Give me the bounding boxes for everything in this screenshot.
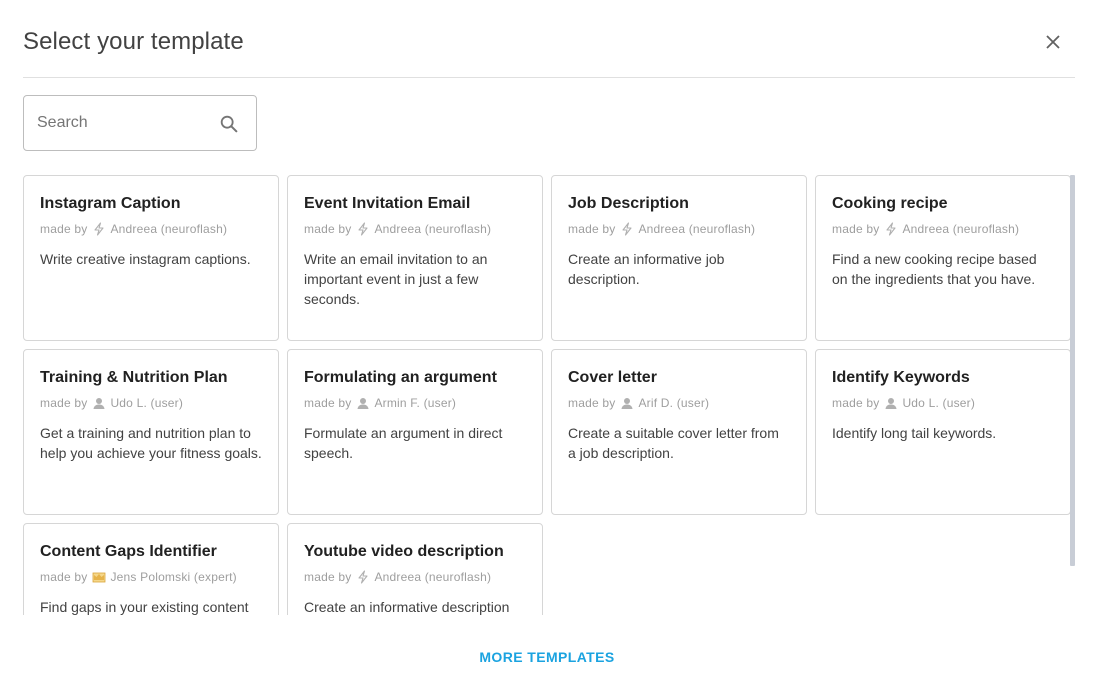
lightning-icon	[356, 222, 370, 236]
template-title: Cooking recipe	[832, 195, 948, 212]
made-by-label: made by	[832, 222, 880, 236]
template-description: Get a training and nutrition plan to hel…	[40, 425, 262, 461]
footer: MORE TEMPLATES	[0, 649, 1094, 667]
template-card[interactable]: Training & Nutrition Plan made by Udo L. (…	[23, 349, 279, 515]
crown-icon	[92, 570, 106, 584]
search-icon[interactable]	[218, 113, 240, 135]
template-card[interactable]: Formulating an argument made by Armin F. (…	[287, 349, 543, 515]
template-author: made by Arif D. (user)	[568, 395, 790, 411]
made-by-label: made by	[304, 570, 352, 584]
search-input[interactable]	[37, 114, 207, 132]
template-card[interactable]: Content Gaps Identifier made by Jens Polom…	[23, 523, 279, 615]
lightning-icon	[620, 222, 634, 236]
template-author: made by Armin F. (user)	[304, 395, 526, 411]
template-description: Identify long tail keywords.	[832, 425, 997, 441]
author-name: Andreea (neuroflash)	[902, 222, 1020, 236]
lightning-icon	[92, 222, 106, 236]
made-by-label: made by	[568, 222, 616, 236]
made-by-label: made by	[832, 396, 880, 410]
template-author: made by Andreea (neuroflash)	[304, 569, 526, 585]
author-name: Arif D. (user)	[638, 396, 710, 410]
template-author: made by Andreea (neuroflash)	[832, 221, 1054, 237]
template-description: Write creative instagram captions.	[40, 251, 251, 267]
template-author: made by Udo L. (user)	[40, 395, 262, 411]
template-title: Event Invitation Email	[304, 195, 471, 212]
template-author: made by Andreea (neuroflash)	[568, 221, 790, 237]
user-icon	[356, 396, 370, 410]
template-title: Youtube video description	[304, 543, 504, 560]
search-field[interactable]	[23, 95, 257, 151]
template-card[interactable]: Event Invitation Email made by Andreea (ne…	[287, 175, 543, 341]
author-name: Jens Polomski (expert)	[110, 570, 237, 584]
scrollbar[interactable]	[1070, 175, 1075, 566]
template-description: Formulate an argument in direct speech.	[304, 425, 503, 461]
template-card[interactable]: Cooking recipe made by Andreea (neuroflash…	[815, 175, 1071, 341]
close-button[interactable]	[1041, 30, 1065, 54]
made-by-label: made by	[304, 396, 352, 410]
author-name: Udo L. (user)	[902, 396, 976, 410]
template-title: Content Gaps Identifier	[40, 543, 217, 560]
made-by-label: made by	[40, 222, 88, 236]
user-icon	[92, 396, 106, 410]
close-icon	[1046, 35, 1060, 49]
template-description: Create an informative description	[304, 599, 510, 615]
made-by-label: made by	[40, 396, 88, 410]
template-description: Create a suitable cover letter from a jo…	[568, 425, 779, 461]
template-title: Training & Nutrition Plan	[40, 369, 228, 386]
template-author: made by Udo L. (user)	[832, 395, 1054, 411]
lightning-icon	[884, 222, 898, 236]
template-dialog: Select your template Instagram Caption ma…	[0, 0, 1094, 695]
template-author: made by Jens Polomski (expert)	[40, 569, 262, 585]
template-card[interactable]: Identify Keywords made by Udo L. (user) Ide…	[815, 349, 1071, 515]
author-name: Andreea (neuroflash)	[638, 222, 756, 236]
template-title: Identify Keywords	[832, 369, 970, 386]
more-templates-button[interactable]: MORE TEMPLATES	[479, 649, 614, 665]
dialog-header: Select your template	[23, 28, 1075, 78]
template-author: made by Andreea (neuroflash)	[40, 221, 262, 237]
lightning-icon	[356, 570, 370, 584]
dialog-title: Select your template	[23, 28, 244, 55]
author-name: Andreea (neuroflash)	[374, 570, 492, 584]
template-description: Find a new cooking recipe based on the i…	[832, 251, 1037, 287]
template-description: Write an email invitation to an importan…	[304, 251, 488, 307]
made-by-label: made by	[304, 222, 352, 236]
template-description: Find gaps in your existing content	[40, 599, 249, 615]
template-card[interactable]: Youtube video description made by Andreea …	[287, 523, 543, 615]
author-name: Armin F. (user)	[374, 396, 457, 410]
template-title: Job Description	[568, 195, 689, 212]
template-card[interactable]: Instagram Caption made by Andreea (neurofl…	[23, 175, 279, 341]
made-by-label: made by	[568, 396, 616, 410]
author-name: Andreea (neuroflash)	[110, 222, 228, 236]
template-card[interactable]: Job Description made by Andreea (neuroflas…	[551, 175, 807, 341]
author-name: Udo L. (user)	[110, 396, 184, 410]
template-title: Formulating an argument	[304, 369, 497, 386]
user-icon	[620, 396, 634, 410]
template-title: Cover letter	[568, 369, 657, 386]
template-grid-viewport: Instagram Caption made by Andreea (neurofl…	[23, 175, 1075, 615]
made-by-label: made by	[40, 570, 88, 584]
template-description: Create an informative job description.	[568, 251, 725, 287]
author-name: Andreea (neuroflash)	[374, 222, 492, 236]
user-icon	[884, 396, 898, 410]
template-author: made by Andreea (neuroflash)	[304, 221, 526, 237]
template-title: Instagram Caption	[40, 195, 181, 212]
template-card[interactable]: Cover letter made by Arif D. (user) Create …	[551, 349, 807, 515]
